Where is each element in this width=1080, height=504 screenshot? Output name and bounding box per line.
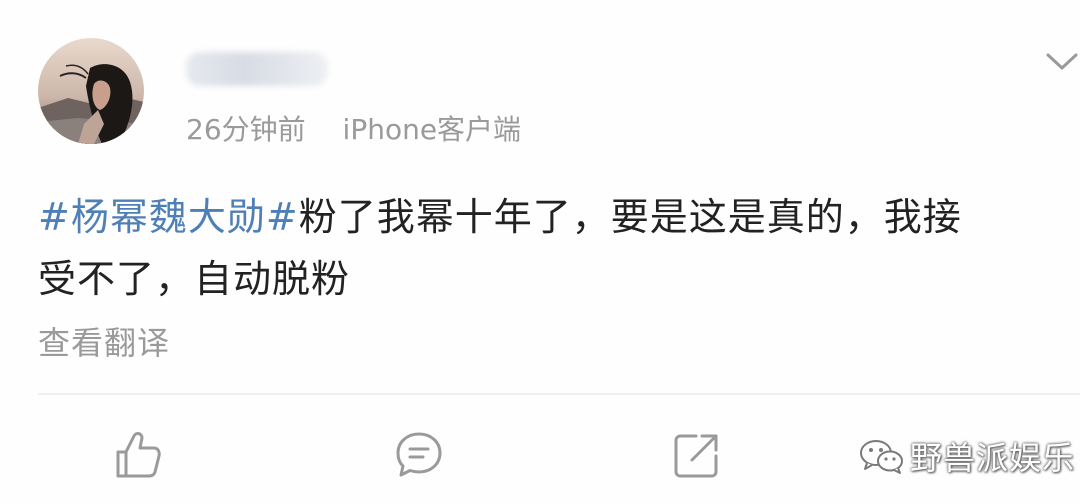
post-text-line1: 粉了我幂十年了，要是这是真的，我接: [298, 195, 962, 239]
avatar-photo: [38, 38, 144, 144]
username[interactable]: [186, 52, 328, 86]
comment-bubble-icon: [396, 432, 442, 477]
topic-link[interactable]: #杨幂魏大勋#: [38, 195, 299, 239]
share-arrow-icon: [674, 434, 718, 478]
wechat-logo-icon: [860, 440, 903, 474]
view-translation-link[interactable]: 查看翻译: [38, 318, 170, 364]
post-time: 26分钟前: [186, 113, 306, 146]
post-meta: 26分钟前 iPhone客户端: [186, 108, 521, 148]
watermark: 野兽派娱乐: [858, 434, 1075, 478]
post-content: #杨幂魏大勋#粉了我幂十年了，要是这是真的，我接 受不了，自动脱粉: [38, 186, 1068, 310]
weibo-post-card: 26分钟前 iPhone客户端 #杨幂魏大勋#粉了我幂十年了，要是这是真的，我接…: [0, 0, 1080, 504]
thumbs-up-icon: [116, 432, 161, 478]
watermark-text: 野兽派娱乐: [910, 439, 1076, 477]
post-source: iPhone客户端: [342, 113, 522, 146]
chevron-down-icon[interactable]: [1044, 46, 1080, 76]
comment-button[interactable]: [392, 428, 446, 482]
avatar[interactable]: [38, 38, 144, 144]
like-button[interactable]: [110, 428, 164, 482]
post-text-line2: 受不了，自动脱粉: [38, 257, 351, 301]
repost-button[interactable]: [670, 428, 724, 482]
divider: [38, 393, 1080, 395]
